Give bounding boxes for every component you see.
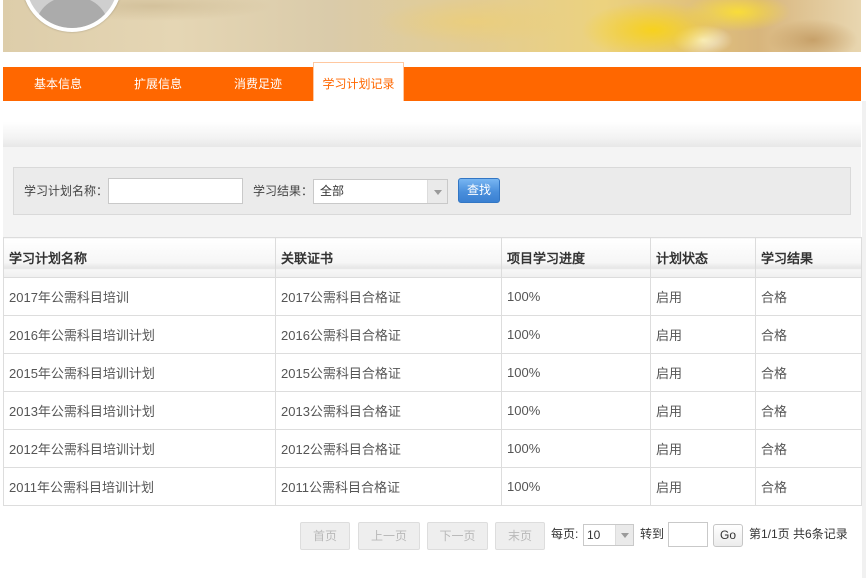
sub-header-band [3, 101, 861, 147]
cell-result: 合格 [755, 467, 862, 506]
cell-plan-status: 启用 [650, 429, 756, 468]
caret-down-icon [433, 189, 442, 195]
table-row: 2017年公需科目培训 2017公需科目合格证 100% 启用 合格 [3, 277, 862, 316]
table-header-row: 学习计划名称 关联证书 项目学习进度 计划状态 学习结果 [3, 237, 862, 278]
plan-name-input[interactable] [108, 178, 243, 204]
cell-result: 合格 [755, 429, 862, 468]
tab-basic-info[interactable]: 基本信息 [8, 67, 108, 101]
cell-certificate: 2013公需科目合格证 [275, 391, 502, 430]
cell-certificate: 2016公需科目合格证 [275, 315, 502, 354]
cell-progress: 100% [501, 429, 651, 468]
goto-page-input[interactable] [668, 522, 708, 547]
cell-plan-name: 2015年公需科目培训计划 [3, 353, 276, 392]
avatar [22, 0, 122, 32]
caret-down-icon [620, 533, 629, 538]
cell-plan-name: 2013年公需科目培训计划 [3, 391, 276, 430]
per-page-dropdown-toggle[interactable] [615, 525, 633, 545]
profile-tab-bar: 基本信息 扩展信息 消费足迹 学习计划记录 [3, 62, 861, 101]
search-panel: 学习计划名称： 学习结果： 全部 查找 [13, 167, 851, 215]
go-button[interactable]: Go [713, 524, 743, 547]
cell-result: 合格 [755, 277, 862, 316]
next-page-button[interactable]: 下一页 [427, 522, 488, 550]
profile-banner [3, 0, 861, 52]
pagination-summary: 第1/1页 共6条记录 [749, 527, 848, 541]
cell-plan-status: 启用 [650, 315, 756, 354]
prev-page-button[interactable]: 上一页 [358, 522, 420, 550]
study-result-label: 学习结果： [253, 184, 314, 198]
study-result-selected-value: 全部 [320, 184, 345, 198]
page-edge [862, 101, 866, 578]
cell-certificate: 2017公需科目合格证 [275, 277, 502, 316]
table-row: 2015年公需科目培训计划 2015公需科目合格证 100% 启用 合格 [3, 353, 862, 392]
cell-progress: 100% [501, 391, 651, 430]
cell-plan-name: 2017年公需科目培训 [3, 277, 276, 316]
cell-plan-name: 2011年公需科目培训计划 [3, 467, 276, 506]
per-page-select[interactable]: 10 [583, 524, 634, 546]
cell-result: 合格 [755, 391, 862, 430]
tab-extended-info[interactable]: 扩展信息 [108, 67, 208, 101]
study-result-dropdown-toggle[interactable] [427, 180, 447, 203]
cell-result: 合格 [755, 315, 862, 354]
cell-progress: 100% [501, 353, 651, 392]
cell-plan-name: 2012年公需科目培训计划 [3, 429, 276, 468]
column-header-plan-status: 计划状态 [650, 237, 756, 278]
column-header-plan-name: 学习计划名称 [3, 237, 276, 278]
cell-progress: 100% [501, 467, 651, 506]
cell-certificate: 2012公需科目合格证 [275, 429, 502, 468]
cell-plan-name: 2016年公需科目培训计划 [3, 315, 276, 354]
cell-certificate: 2011公需科目合格证 [275, 467, 502, 506]
table-row: 2011年公需科目培训计划 2011公需科目合格证 100% 启用 合格 [3, 467, 862, 506]
cell-result: 合格 [755, 353, 862, 392]
cell-plan-status: 启用 [650, 353, 756, 392]
table-row: 2016年公需科目培训计划 2016公需科目合格证 100% 启用 合格 [3, 315, 862, 354]
cell-certificate: 2015公需科目合格证 [275, 353, 502, 392]
cell-plan-status: 启用 [650, 391, 756, 430]
first-page-button[interactable]: 首页 [300, 522, 350, 550]
cell-progress: 100% [501, 315, 651, 354]
per-page-selected-value: 10 [587, 528, 601, 542]
study-result-select[interactable]: 全部 [313, 179, 448, 204]
study-plan-table: 学习计划名称 关联证书 项目学习进度 计划状态 学习结果 2017年公需科目培训… [3, 237, 862, 506]
cell-plan-status: 启用 [650, 277, 756, 316]
column-header-progress: 项目学习进度 [501, 237, 651, 278]
goto-label: 转到 [640, 527, 665, 541]
user-avatar-shoulders [36, 0, 108, 28]
cell-plan-status: 启用 [650, 467, 756, 506]
per-page-label: 每页: [551, 527, 579, 541]
tab-consumption-history[interactable]: 消费足迹 [208, 67, 308, 101]
search-button[interactable]: 查找 [458, 178, 500, 203]
table-row: 2012年公需科目培训计划 2012公需科目合格证 100% 启用 合格 [3, 429, 862, 468]
plan-name-label: 学习计划名称： [24, 184, 109, 198]
cell-progress: 100% [501, 277, 651, 316]
column-header-certificate: 关联证书 [275, 237, 502, 278]
tab-study-plan-records[interactable]: 学习计划记录 [313, 62, 404, 101]
table-row: 2013年公需科目培训计划 2013公需科目合格证 100% 启用 合格 [3, 391, 862, 430]
last-page-button[interactable]: 末页 [495, 522, 545, 550]
column-header-result: 学习结果 [755, 237, 862, 278]
